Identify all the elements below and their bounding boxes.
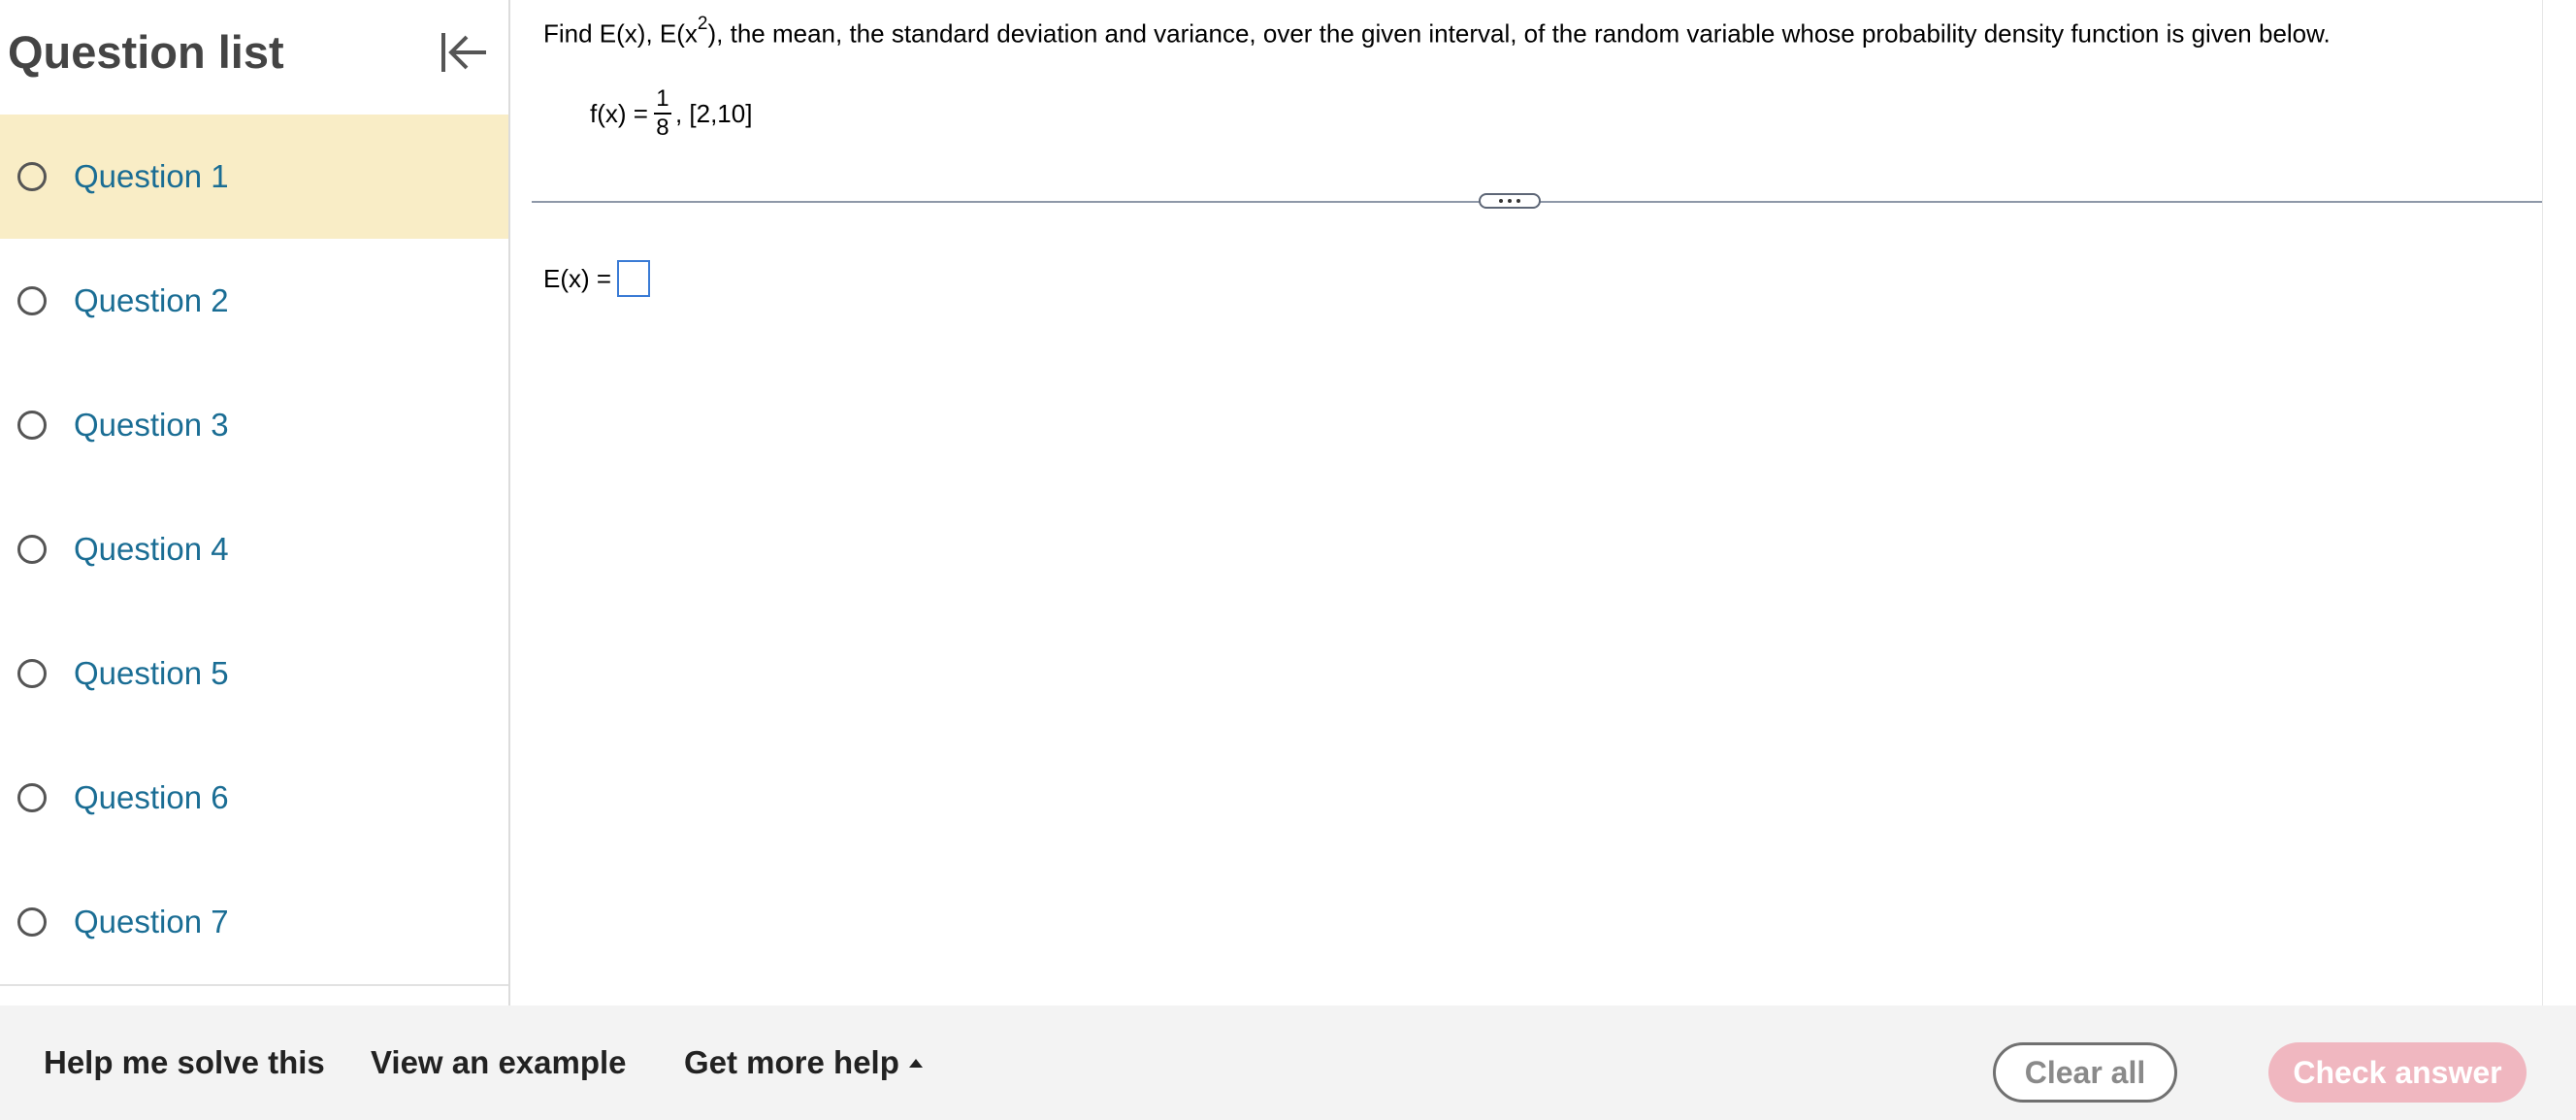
question-item-label: Question 5	[74, 655, 229, 691]
radio-empty-icon	[17, 411, 47, 440]
scroll-area-edge	[2542, 0, 2576, 1005]
sidebar-header: Question list	[0, 0, 510, 115]
question-item-label: Question 2	[74, 282, 229, 318]
question-item-1[interactable]: Question 1	[0, 115, 508, 239]
sidebar-divider	[0, 984, 508, 986]
get-more-help-label: Get more help	[684, 1044, 899, 1080]
radio-empty-icon	[17, 659, 47, 688]
get-more-help-button[interactable]: Get more help	[684, 1044, 923, 1081]
question-item-3[interactable]: Question 3	[0, 363, 508, 487]
footer-toolbar: Help me solve this View an example Get m…	[0, 1005, 2576, 1120]
question-item-label: Question 3	[74, 407, 229, 443]
formula-lhs: f(x) =	[590, 98, 648, 128]
ellipsis-icon	[1499, 199, 1503, 203]
answer-input[interactable]	[617, 260, 651, 297]
pdf-formula: f(x) = 1 8 , [2,10]	[590, 80, 752, 148]
radio-empty-icon	[17, 535, 47, 564]
fraction-denominator: 8	[656, 115, 669, 141]
question-prefix: Find E(x), E(x	[543, 18, 698, 49]
question-superscript: 2	[697, 14, 708, 34]
question-item-5[interactable]: Question 5	[0, 611, 508, 736]
sidebar-title: Question list	[8, 26, 284, 78]
question-prompt: Find E(x), E(x2), the mean, the standard…	[543, 14, 2331, 49]
question-item-4[interactable]: Question 4	[0, 487, 508, 611]
question-suffix: ), the mean, the standard deviation and …	[707, 18, 2331, 49]
question-item-2[interactable]: Question 2	[0, 239, 508, 363]
caret-up-icon	[908, 1058, 923, 1068]
help-me-solve-button[interactable]: Help me solve this	[44, 1044, 325, 1081]
radio-empty-icon	[17, 286, 47, 315]
question-item-label: Question 6	[74, 779, 229, 815]
collapse-sidebar-button[interactable]	[435, 27, 493, 78]
check-answer-button[interactable]: Check answer	[2268, 1042, 2527, 1103]
radio-empty-icon	[17, 907, 47, 937]
question-item-6[interactable]: Question 6	[0, 736, 508, 860]
radio-empty-icon	[17, 162, 47, 191]
question-item-7[interactable]: Question 7	[0, 860, 508, 984]
view-example-button[interactable]: View an example	[371, 1044, 627, 1081]
answer-label: E(x) =	[543, 263, 612, 293]
formula-fraction: 1 8	[653, 85, 671, 142]
formula-rhs: , [2,10]	[674, 98, 753, 128]
collapse-left-icon	[441, 33, 486, 72]
ellipsis-dot	[1508, 199, 1512, 203]
question-list-sidebar: Question list Question 1 Question 2 Questi…	[0, 0, 510, 1005]
radio-empty-icon	[17, 783, 47, 812]
clear-all-button[interactable]: Clear all	[1993, 1042, 2177, 1103]
ellipsis-dot	[1516, 199, 1520, 203]
question-item-label: Question 4	[74, 531, 229, 567]
question-list: Question 1 Question 2 Question 3 Question 4…	[0, 115, 508, 984]
fraction-numerator: 1	[656, 85, 669, 112]
question-item-label: Question 1	[74, 158, 229, 194]
question-item-label: Question 7	[74, 904, 229, 939]
answer-row: E(x) =	[543, 260, 651, 297]
expand-handle-button[interactable]	[1479, 193, 1541, 209]
question-panel: Find E(x), E(x2), the mean, the standard…	[512, 0, 2576, 1005]
